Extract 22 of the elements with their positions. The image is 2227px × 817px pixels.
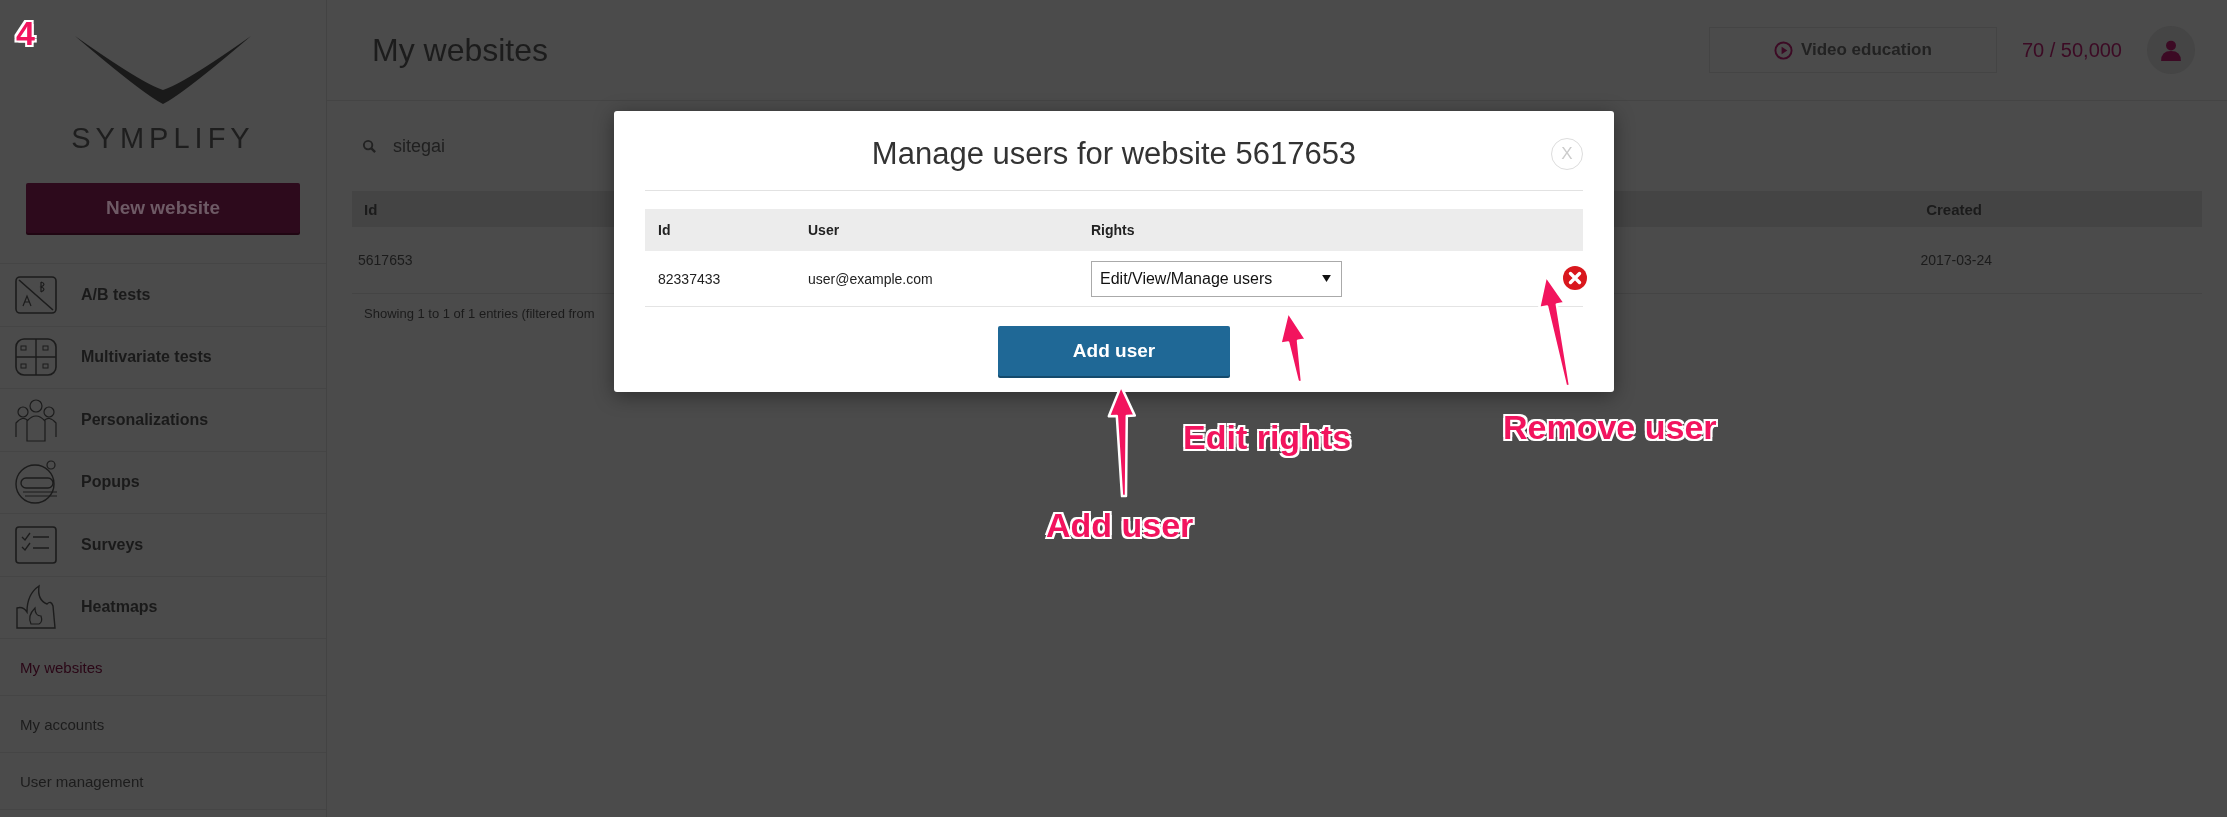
rights-dropdown[interactable]: Edit/View/Manage users [1091,260,1342,297]
table-cell-text: 82337433 [657,270,722,287]
remove-icon[interactable] [1562,265,1588,291]
column-header: Id [657,222,672,238]
step-number: 4 [16,14,35,53]
popup-icon [13,459,59,506]
annotation-label: Remove user [1503,408,1717,447]
modal-title: Manage users for website 5617653 [871,135,1357,172]
annotation-label: Add user [1046,506,1194,545]
people-icon [13,396,59,443]
play-icon [1773,40,1793,60]
column-header: Rights [1091,222,1135,238]
usage-counter: 70 / 50,000 [2021,38,2122,62]
annotation-label: Edit rights [1183,418,1352,457]
new-website-button[interactable]: New website [26,183,300,233]
sidebar-link[interactable]: My websites [0,639,326,696]
search-icon [362,138,377,154]
column-header: User [808,222,841,238]
flame-icon [13,584,59,631]
add-user-button[interactable]: Add user [998,326,1230,376]
table-cell-text: user@example.com [808,270,934,287]
caret-icon [1322,275,1331,282]
